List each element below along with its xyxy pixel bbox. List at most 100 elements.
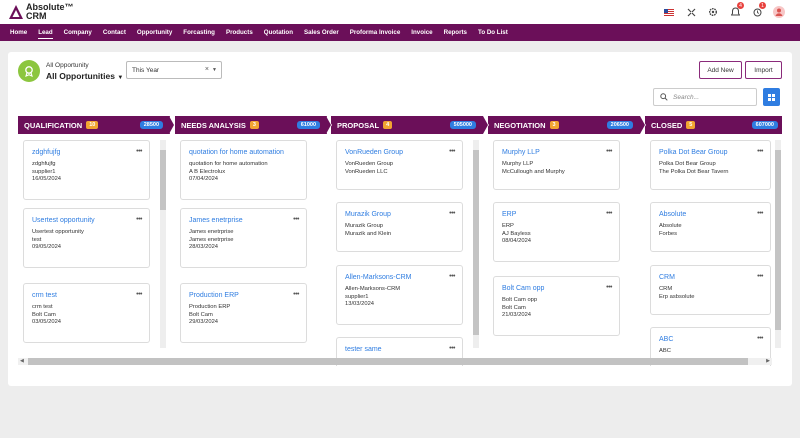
opportunity-card[interactable]: Bolt Cam opp Bolt Cam opp Bolt Cam 21/03/20… xyxy=(493,276,620,336)
column-scrollbar[interactable] xyxy=(775,140,781,348)
nav-forcasting[interactable]: Forcasting xyxy=(183,29,215,36)
card-title[interactable]: Murazik Group xyxy=(345,211,454,218)
user-avatar-icon[interactable] xyxy=(768,4,790,20)
more-options-icon[interactable]: ••• xyxy=(757,335,763,342)
add-new-button[interactable]: Add New xyxy=(699,61,742,79)
more-options-icon[interactable]: ••• xyxy=(757,148,763,155)
more-options-icon[interactable]: ••• xyxy=(606,284,612,291)
card-title[interactable]: Allen-Marksons-CRM xyxy=(345,274,454,281)
card-title[interactable]: VonRueden Group xyxy=(345,149,454,156)
nav-to-do-list[interactable]: To Do List xyxy=(478,29,508,36)
nav-proforma-invoice[interactable]: Proforma Invoice xyxy=(350,29,401,36)
more-options-icon[interactable]: ••• xyxy=(136,148,142,155)
nav-sales-order[interactable]: Sales Order xyxy=(304,29,339,36)
card-title[interactable]: tester same xyxy=(345,346,454,353)
scroll-left-icon[interactable]: ◀ xyxy=(20,358,24,364)
opportunity-card[interactable]: crm test crm test Bolt Cam 03/05/2024 ••• xyxy=(23,283,150,343)
card-line: Bolt Cam xyxy=(189,311,213,318)
grid-view-button[interactable] xyxy=(763,88,780,106)
column-qualification: QUALIFICATION 10 28500 zdghfujfg zdghfujfg s… xyxy=(18,116,170,366)
card-title[interactable]: Murphy LLP xyxy=(502,149,611,156)
card-title[interactable]: Usertest opportunity xyxy=(32,217,141,224)
more-options-icon[interactable]: ••• xyxy=(136,291,142,298)
opportunity-card[interactable]: Polka Dot Bear Group Polka Dot Bear Group… xyxy=(650,140,771,190)
card-line: Usertest opportunity xyxy=(32,229,84,235)
nav-company[interactable]: Company xyxy=(64,29,92,36)
notification-icon[interactable]: 4 xyxy=(724,2,746,20)
opportunity-card[interactable]: Production ERP Production ERP Bolt Cam 29/0… xyxy=(180,283,307,343)
import-button[interactable]: Import xyxy=(745,61,782,79)
more-options-icon[interactable]: ••• xyxy=(757,210,763,217)
period-select[interactable]: This Year × ▼ xyxy=(126,61,222,79)
card-title[interactable]: Production ERP xyxy=(189,292,298,299)
collapse-icon[interactable] xyxy=(680,4,702,20)
more-options-icon[interactable]: ••• xyxy=(449,345,455,352)
card-line: Erp asbsolute xyxy=(659,293,695,300)
opportunity-card[interactable]: quotation for home automation quotation f… xyxy=(180,140,307,200)
more-options-icon[interactable]: ••• xyxy=(293,291,299,298)
card-title[interactable]: CRM xyxy=(659,274,762,281)
kanban-board: QUALIFICATION 10 28500 zdghfujfg zdghfujfg s… xyxy=(18,116,782,366)
nav-contact[interactable]: Contact xyxy=(103,29,126,36)
scroll-right-icon[interactable]: ▶ xyxy=(766,358,770,364)
notification-badge: 4 xyxy=(737,2,744,9)
top-bar: Absolute™ CRM 4 1 xyxy=(0,0,800,24)
column-needs-analysis: NEEDS ANALYSIS 3 61000 quotation for home … xyxy=(175,116,327,366)
opportunity-card[interactable]: CRM CRM Erp asbsolute ••• xyxy=(650,265,771,315)
more-options-icon[interactable]: ••• xyxy=(136,216,142,223)
nav-quotation[interactable]: Quotation xyxy=(264,29,293,36)
reminder-icon[interactable]: 1 xyxy=(746,2,768,20)
more-options-icon[interactable]: ••• xyxy=(606,210,612,217)
chevron-down-icon[interactable]: ▼ xyxy=(212,67,217,73)
card-title[interactable]: ERP xyxy=(502,211,611,218)
view-selector[interactable]: All Opportunities ▼ xyxy=(46,71,123,81)
card-title[interactable]: quotation for home automation xyxy=(189,149,298,156)
opportunity-card[interactable]: VonRueden Group VonRueden Group VonRueden … xyxy=(336,140,463,190)
more-options-icon[interactable]: ••• xyxy=(606,148,612,155)
column-scrollbar[interactable] xyxy=(473,140,479,348)
more-options-icon[interactable]: ••• xyxy=(293,216,299,223)
logo-icon xyxy=(9,5,23,19)
nav-lead[interactable]: Lead xyxy=(38,29,54,39)
card-title[interactable]: Absolute xyxy=(659,211,762,218)
nav-home[interactable]: Home xyxy=(10,29,27,36)
opportunity-card[interactable]: Usertest opportunity Usertest opportunity… xyxy=(23,208,150,268)
card-line: Murphy LLP xyxy=(502,161,534,167)
board-horizontal-scrollbar[interactable]: ◀ ▶ xyxy=(18,358,772,365)
opportunity-card[interactable]: Murazik Group Murazik Group Murazik and Kl… xyxy=(336,202,463,252)
opportunity-card[interactable]: Absolute Absolute Forbes ••• xyxy=(650,202,771,252)
card-title[interactable]: Bolt Cam opp xyxy=(502,285,611,292)
column-scrollbar[interactable] xyxy=(160,140,166,348)
card-title[interactable]: Polka Dot Bear Group xyxy=(659,149,762,156)
opportunity-card[interactable]: James enetrprise James enetrprise James en… xyxy=(180,208,307,268)
gear-icon[interactable] xyxy=(702,4,724,20)
content-panel: All Opportunity All Opportunities ▼ This… xyxy=(8,52,792,386)
more-options-icon[interactable]: ••• xyxy=(449,148,455,155)
card-line: Forbes xyxy=(659,230,678,237)
nav-reports[interactable]: Reports xyxy=(444,29,467,36)
opportunity-card[interactable]: ERP ERP AJ Bayless 08/04/2024 ••• xyxy=(493,202,620,262)
card-line: McCullough and Murphy xyxy=(502,168,565,175)
nav-opportunity[interactable]: Opportunity xyxy=(137,29,172,36)
card-title[interactable]: crm test xyxy=(32,292,141,299)
nav-invoice[interactable]: Invoice xyxy=(411,29,432,36)
nav-products[interactable]: Products xyxy=(226,29,253,36)
card-title[interactable]: zdghfujfg xyxy=(32,149,141,156)
opportunity-card[interactable]: Murphy LLP Murphy LLP McCullough and Murph… xyxy=(493,140,620,190)
search-input[interactable]: Search... xyxy=(653,88,757,106)
card-title[interactable]: ABC xyxy=(659,336,762,343)
app-logo[interactable]: Absolute™ CRM xyxy=(8,3,74,21)
more-options-icon[interactable]: ••• xyxy=(757,273,763,280)
more-options-icon[interactable]: ••• xyxy=(449,273,455,280)
clear-icon[interactable]: × xyxy=(205,66,209,73)
opportunity-card[interactable]: Allen-Marksons-CRM Allen-Marksons-CRM supp… xyxy=(336,265,463,325)
flag-icon[interactable] xyxy=(658,4,680,20)
opportunity-card[interactable]: zdghfujfg zdghfujfg supplier1 16/05/2024 ••• xyxy=(23,140,150,200)
card-line: The Polka Dot Bear Tavern xyxy=(659,168,729,175)
more-options-icon[interactable]: ••• xyxy=(449,210,455,217)
card-date: 03/05/2024 xyxy=(32,319,62,325)
scrollbar-thumb[interactable] xyxy=(28,358,748,365)
grid-icon xyxy=(768,93,775,101)
card-title[interactable]: James enetrprise xyxy=(189,217,298,224)
search-placeholder: Search... xyxy=(673,94,700,101)
